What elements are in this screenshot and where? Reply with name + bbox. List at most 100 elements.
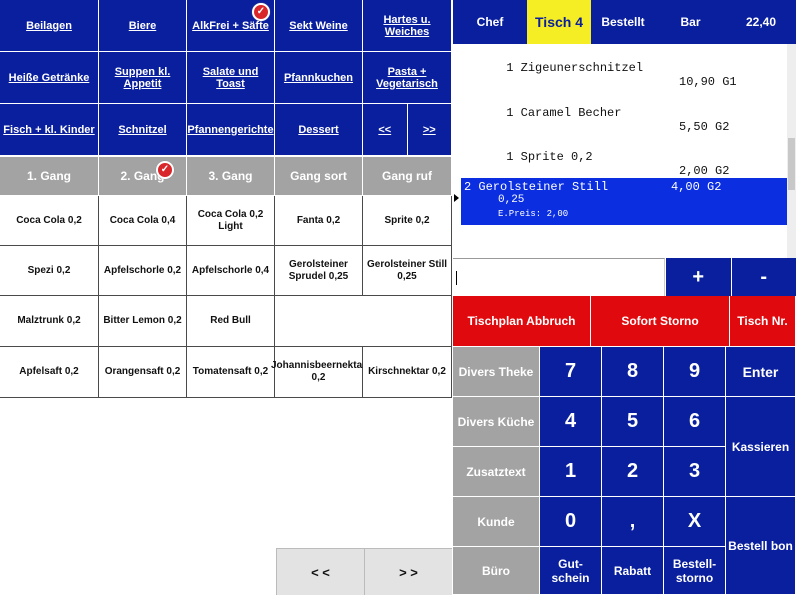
- table-label[interactable]: Tisch 4: [527, 0, 591, 44]
- tischplan-abbruch-button[interactable]: Tischplan Abbruch: [453, 296, 591, 346]
- quantity-row: + -: [453, 258, 796, 296]
- gang-ruf-button[interactable]: Gang ruf: [363, 157, 452, 195]
- category-label: Fisch + kl. Kinder: [3, 123, 95, 136]
- gutschein-button[interactable]: Gut-schein: [540, 547, 602, 595]
- kunde-button[interactable]: Kunde: [453, 497, 540, 547]
- key-7[interactable]: 7: [540, 347, 602, 397]
- category-label: Sekt Weine: [289, 19, 348, 32]
- order-line-price: 4,00 G2: [671, 180, 722, 194]
- category-biere[interactable]: Biere: [99, 0, 187, 52]
- gang-sort-button[interactable]: Gang sort: [275, 157, 363, 195]
- action-row: Tischplan Abbruch Sofort Storno Tisch Nr…: [453, 296, 796, 346]
- product-button[interactable]: Orangensaft 0,2: [99, 347, 187, 398]
- product-button[interactable]: Apfelsaft 0,2: [0, 347, 99, 398]
- product-button[interactable]: Fanta 0,2: [275, 196, 363, 246]
- kassieren-button[interactable]: Kassieren: [726, 397, 796, 497]
- key-5[interactable]: 5: [602, 397, 664, 447]
- category-pasta-vegetarisch[interactable]: Pasta + Vegetarisch: [363, 52, 452, 104]
- product-button[interactable]: Gerolsteiner Still 0,25: [363, 246, 452, 296]
- key-6[interactable]: 6: [664, 397, 726, 447]
- empty-product-slot: [275, 296, 452, 347]
- key-8[interactable]: 8: [602, 347, 664, 397]
- divers-kueche-button[interactable]: Divers Küche: [453, 397, 540, 447]
- quantity-input[interactable]: [453, 258, 665, 296]
- order-line-price: 2,00 G2: [679, 164, 730, 178]
- tab-gang-1[interactable]: 1. Gang: [0, 157, 99, 195]
- key-2[interactable]: 2: [602, 447, 664, 497]
- page-prev-button[interactable]: < <: [276, 548, 364, 595]
- key-0[interactable]: 0: [540, 497, 602, 547]
- product-button[interactable]: Apfelschorle 0,2: [99, 246, 187, 296]
- plus-button[interactable]: +: [665, 258, 731, 296]
- key-4[interactable]: 4: [540, 397, 602, 447]
- scrollbar-thumb[interactable]: [788, 138, 795, 190]
- order-panel: Chef Tisch 4 Bestellt Bar 22,40 1 Zigeun…: [453, 0, 796, 595]
- product-button[interactable]: Spezi 0,2: [0, 246, 99, 296]
- order-line-text: 2 Gerolsteiner Still: [464, 180, 609, 194]
- page-next-button[interactable]: > >: [364, 548, 452, 595]
- product-button[interactable]: Kirschnektar 0,2: [363, 347, 452, 398]
- category-label: Biere: [128, 19, 157, 32]
- category-label: Pasta + Vegetarisch: [376, 65, 438, 90]
- category-heisse-getraenke[interactable]: Heiße Getränke: [0, 52, 99, 104]
- product-button[interactable]: Malztrunk 0,2: [0, 296, 99, 347]
- tab-gang-2[interactable]: 2. Gang ✓: [99, 157, 187, 195]
- buero-button[interactable]: Büro: [453, 547, 540, 595]
- order-line-size: 0,25: [498, 194, 525, 206]
- selected-order-line[interactable]: 2 Gerolsteiner Still 4,00 G2 0,25 E.Prei…: [461, 178, 787, 225]
- product-button[interactable]: Coca Cola 0,2 Light: [187, 196, 275, 246]
- category-nav: << >>: [363, 104, 452, 156]
- enter-button[interactable]: Enter: [726, 347, 796, 397]
- product-button[interactable]: Sprite 0,2: [363, 196, 452, 246]
- product-button[interactable]: Johannisbeernektar 0,2: [271, 347, 366, 398]
- bestell-bon-button[interactable]: Bestell bon: [726, 497, 796, 595]
- bestell-storno-button[interactable]: Bestell-storno: [664, 547, 726, 595]
- key-x[interactable]: X: [664, 497, 726, 547]
- category-prev-button[interactable]: <<: [363, 104, 408, 155]
- category-salate-toast[interactable]: Salate und Toast: [187, 52, 275, 104]
- bar-button[interactable]: Bar: [655, 0, 726, 44]
- product-button[interactable]: Red Bull: [187, 296, 275, 347]
- category-pfannengerichte[interactable]: Pfannengerichte: [187, 104, 275, 156]
- order-line-text: 1 Zigeunerschnitzel: [506, 61, 644, 75]
- product-button[interactable]: Coca Cola 0,4: [99, 196, 187, 246]
- key-1[interactable]: 1: [540, 447, 602, 497]
- key-comma[interactable]: ,: [602, 497, 664, 547]
- product-button[interactable]: Gerolsteiner Sprudel 0,25: [275, 246, 363, 296]
- user-label: Chef: [476, 15, 504, 29]
- category-label: Pfannengerichte: [187, 123, 274, 136]
- category-label: Suppen kl. Appetit: [114, 65, 171, 90]
- category-hartes-weiches[interactable]: Hartes u. Weiches: [363, 0, 452, 52]
- category-sekt-weine[interactable]: Sekt Weine: [275, 0, 363, 52]
- order-line-price: 10,90 G1: [679, 75, 737, 89]
- key-9[interactable]: 9: [664, 347, 726, 397]
- tab-label: 1. Gang: [26, 169, 71, 183]
- product-button[interactable]: Bitter Lemon 0,2: [99, 296, 187, 347]
- order-scrollbar[interactable]: [787, 44, 796, 258]
- category-alkfrei-saefte[interactable]: AlkFrei + Säfte ✓: [187, 0, 275, 52]
- category-label: Dessert: [298, 123, 339, 136]
- tisch-nr-button[interactable]: Tisch Nr.: [730, 296, 796, 346]
- zusatztext-button[interactable]: Zusatztext: [453, 447, 540, 497]
- minus-button[interactable]: -: [730, 258, 796, 296]
- sofort-storno-button[interactable]: Sofort Storno: [591, 296, 730, 346]
- key-3[interactable]: 3: [664, 447, 726, 497]
- rabatt-button[interactable]: Rabatt: [602, 547, 664, 595]
- category-beilagen[interactable]: Beilagen: [0, 0, 99, 52]
- category-suppen[interactable]: Suppen kl. Appetit: [99, 52, 187, 104]
- product-button[interactable]: Coca Cola 0,2: [0, 196, 99, 246]
- product-button[interactable]: Tomatensaft 0,2: [187, 347, 275, 398]
- selection-arrow-icon: [454, 194, 459, 202]
- order-list[interactable]: 1 Zigeunerschnitzel 10,90 G1 1 Caramel B…: [453, 44, 796, 258]
- category-schnitzel[interactable]: Schnitzel: [99, 104, 187, 156]
- category-next-button[interactable]: >>: [407, 104, 451, 155]
- divers-theke-button[interactable]: Divers Theke: [453, 347, 540, 397]
- category-label: Hartes u. Weiches: [383, 13, 431, 38]
- tab-gang-3[interactable]: 3. Gang: [187, 157, 275, 195]
- category-pfannkuchen[interactable]: Pfannkuchen: [275, 52, 363, 104]
- bestellt-button[interactable]: Bestellt: [591, 0, 655, 44]
- category-dessert[interactable]: Dessert: [275, 104, 363, 156]
- category-fisch-kinder[interactable]: Fisch + kl. Kinder: [0, 104, 99, 156]
- order-line-unit-price: E.Preis: 2,00: [498, 209, 569, 219]
- product-button[interactable]: Apfelschorle 0,4: [187, 246, 275, 296]
